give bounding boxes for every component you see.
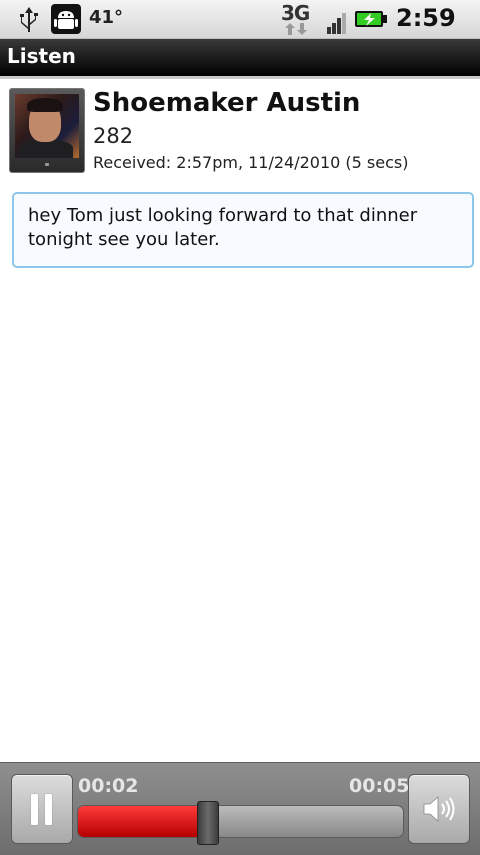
progress-track[interactable]: [77, 805, 404, 838]
avatar-photo: [15, 94, 79, 158]
clock-time: 2:59: [396, 4, 456, 32]
page-title: Listen: [7, 44, 76, 68]
seek-handle[interactable]: [197, 801, 219, 845]
title-bar: Listen: [0, 39, 480, 79]
contact-name: Shoemaker Austin: [93, 88, 361, 118]
playback-bar: 00:02 00:05: [0, 762, 480, 855]
total-time: 00:05: [349, 775, 410, 797]
debug-icon: [51, 4, 81, 34]
elapsed-time: 00:02: [78, 775, 139, 797]
status-bar: 41° 3G 2:59 PM: [0, 0, 480, 58]
contact-number: 282: [93, 124, 134, 148]
signal-icon: [327, 13, 346, 34]
progress-fill: [78, 806, 208, 837]
volume-icon: [423, 796, 455, 822]
usb-icon: [20, 7, 38, 32]
battery-charging-icon: [355, 11, 387, 27]
contact-avatar[interactable]: [9, 88, 85, 173]
data-arrows-icon: [285, 23, 307, 35]
temperature-readout: 41°: [89, 7, 124, 28]
voicemail-transcript: hey Tom just looking forward to that din…: [12, 192, 474, 268]
pause-button[interactable]: [11, 774, 73, 844]
received-info: Received: 2:57pm, 11/24/2010 (5 secs): [93, 153, 409, 172]
volume-button[interactable]: [408, 774, 470, 844]
